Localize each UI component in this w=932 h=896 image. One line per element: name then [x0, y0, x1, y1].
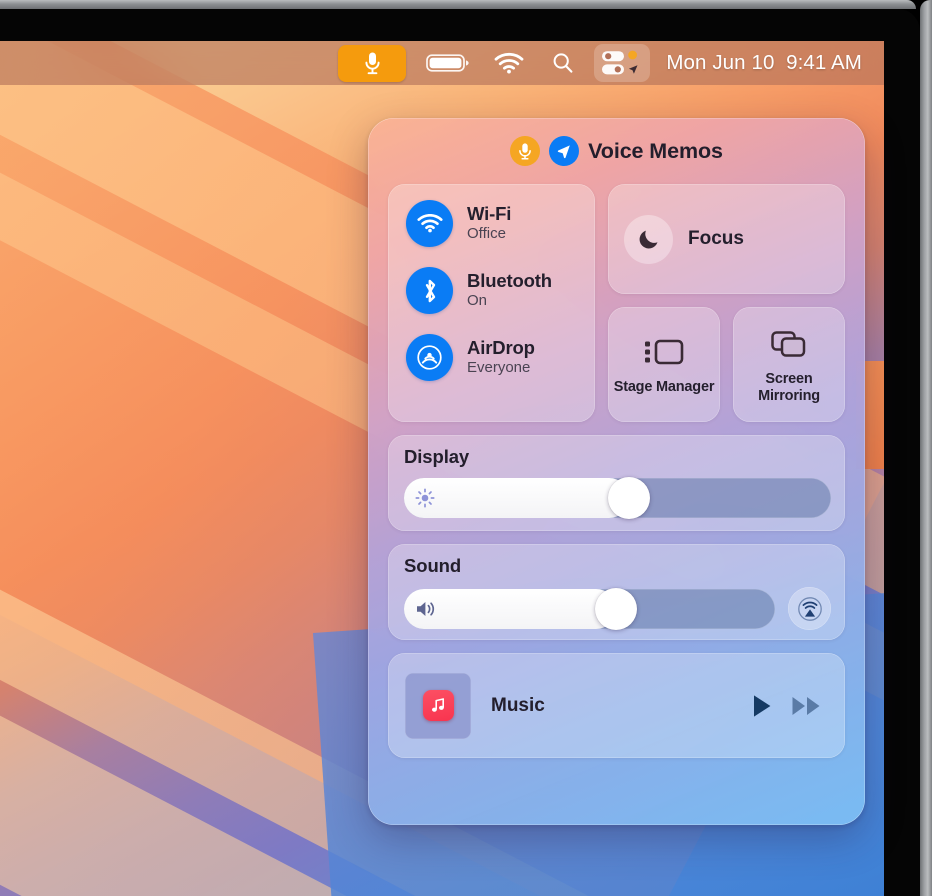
microphone-icon	[365, 52, 380, 74]
fast-forward-icon	[792, 696, 820, 715]
focus-tile[interactable]: Focus	[608, 184, 845, 294]
menubar-battery-indicator[interactable]	[424, 46, 472, 80]
microphone-in-use-badge[interactable]	[510, 136, 541, 166]
location-arrow-icon	[557, 145, 570, 159]
device-right-edge	[920, 0, 932, 896]
airdrop-icon	[406, 334, 453, 381]
bluetooth-icon	[406, 267, 453, 314]
play-icon	[754, 694, 771, 717]
wifi-title: Wi-Fi	[467, 202, 512, 224]
menubar-wifi-indicator[interactable]	[492, 46, 526, 80]
display-slider-knob[interactable]	[608, 477, 651, 519]
menubar-spotlight-button[interactable]	[548, 46, 578, 80]
device-top-edge	[0, 0, 916, 9]
bluetooth-title: Bluetooth	[467, 269, 552, 291]
music-app-icon	[422, 690, 454, 721]
connectivity-row-bluetooth[interactable]: Bluetooth On	[406, 267, 595, 314]
display-label: Display	[404, 446, 470, 467]
stage-manager-tile[interactable]: Stage Manager	[608, 307, 720, 422]
bluetooth-status: On	[467, 292, 488, 310]
control-center-top-grid: Wi-Fi Office Bluetooth On AirDrop Everyo…	[388, 184, 845, 422]
focus-label: Focus	[688, 228, 744, 249]
menubar-microphone-button[interactable]	[338, 44, 407, 82]
screen-root: Mon Jun 10 9:41 AM Voice Memos Wi-Fi Off…	[0, 0, 932, 896]
music-tile: Music	[388, 653, 845, 758]
moon-icon	[624, 214, 673, 264]
mic-indicator-dot	[628, 50, 638, 60]
music-next-button[interactable]	[791, 694, 823, 718]
device-bezel-top	[0, 9, 920, 41]
music-play-button[interactable]	[751, 693, 773, 719]
airplay-audio-icon	[797, 596, 822, 621]
location-in-use-badge[interactable]	[549, 136, 580, 166]
device-bezel	[884, 41, 920, 896]
airdrop-title: AirDrop	[467, 336, 535, 358]
sound-tile: Sound	[388, 544, 845, 640]
connectivity-row-airdrop[interactable]: AirDrop Everyone	[406, 334, 595, 381]
screen-mirroring-tile[interactable]: Screen Mirroring	[733, 307, 845, 422]
music-title: Music	[491, 694, 545, 716]
display-brightness-slider[interactable]	[404, 477, 831, 519]
connectivity-row-wifi[interactable]: Wi-Fi Office	[406, 200, 595, 247]
wifi-icon	[406, 200, 453, 247]
connectivity-tile: Wi-Fi Office Bluetooth On AirDrop Everyo…	[388, 184, 595, 422]
album-artwork-placeholder	[405, 672, 471, 739]
search-icon	[553, 53, 573, 73]
sound-slider-fill	[404, 588, 616, 629]
wifi-status: Office	[467, 225, 506, 243]
control-center-header: Voice Memos	[388, 118, 845, 184]
music-note-icon	[431, 698, 444, 712]
microphone-icon	[519, 142, 531, 160]
stage-manager-label: Stage Manager	[613, 379, 715, 396]
display-tile: Display	[388, 435, 845, 531]
screen-mirroring-label: Screen Mirroring	[758, 370, 820, 404]
speaker-icon	[417, 601, 435, 616]
menubar-control-center-button[interactable]	[594, 44, 651, 82]
active-app-name: Voice Memos	[588, 138, 723, 163]
sound-volume-slider[interactable]	[404, 587, 775, 630]
control-center-panel: Voice Memos Wi-Fi Office Bluetooth On Ai…	[368, 118, 865, 825]
display-slider-fill	[404, 478, 630, 518]
battery-icon	[426, 54, 469, 72]
sound-label: Sound	[404, 555, 462, 576]
sound-slider-knob[interactable]	[594, 587, 637, 630]
control-center-icon	[602, 50, 638, 75]
stage-manager-icon	[643, 337, 685, 372]
menubar-clock[interactable]: Mon Jun 10 9:41 AM	[666, 51, 862, 75]
wifi-icon	[494, 52, 524, 74]
airplay-audio-button[interactable]	[788, 587, 831, 630]
airdrop-status: Everyone	[467, 359, 531, 377]
brightness-icon	[415, 488, 435, 508]
screen-mirroring-icon	[769, 329, 809, 364]
menu-bar: Mon Jun 10 9:41 AM	[0, 41, 884, 85]
